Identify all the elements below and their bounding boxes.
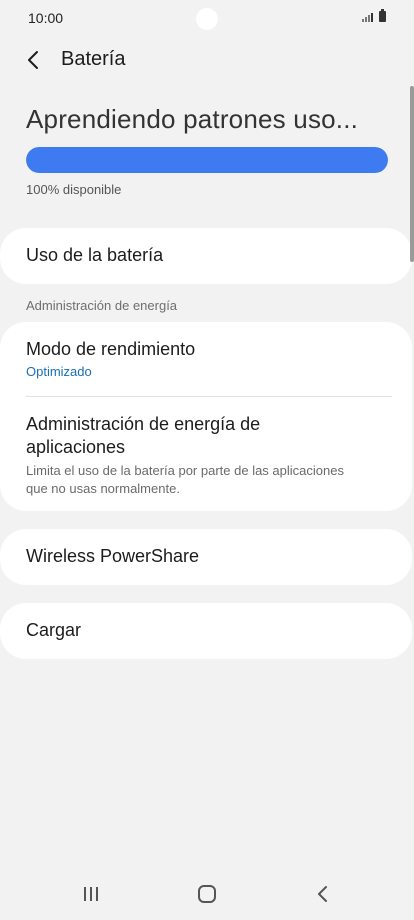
app-power-management-item[interactable]: Administración de energía de aplicacione… bbox=[26, 413, 386, 498]
signal-icon bbox=[362, 12, 373, 22]
back-arrow-icon[interactable] bbox=[22, 48, 46, 72]
recent-apps-icon[interactable] bbox=[79, 882, 103, 906]
battery-usage-label: Uso de la batería bbox=[26, 245, 164, 265]
performance-mode-value: Optimizado bbox=[26, 364, 92, 379]
battery-usage-item[interactable]: Uso de la batería bbox=[0, 228, 412, 284]
page-title: Batería bbox=[61, 48, 126, 70]
charging-label: Cargar bbox=[26, 620, 82, 640]
battery-available-text: 100% disponible bbox=[26, 182, 122, 197]
app-header: Batería bbox=[0, 38, 414, 82]
power-management-card: Modo de rendimiento Optimizado Administr… bbox=[0, 322, 412, 511]
wireless-powershare-item[interactable]: Wireless PowerShare bbox=[0, 529, 412, 585]
status-bar: 10:00 bbox=[0, 0, 414, 36]
home-icon[interactable] bbox=[195, 882, 219, 906]
wireless-powershare-label: Wireless PowerShare bbox=[26, 546, 200, 566]
status-icons bbox=[362, 9, 386, 22]
back-icon[interactable] bbox=[311, 882, 335, 906]
battery-status-title: Aprendiendo patrones uso... bbox=[26, 104, 359, 134]
performance-mode-item[interactable]: Modo de rendimiento Optimizado bbox=[26, 338, 386, 379]
charging-item[interactable]: Cargar bbox=[0, 603, 412, 659]
app-power-management-desc-1: Limita el uso de la batería por parte de… bbox=[26, 463, 344, 478]
app-power-management-title-2: aplicaciones bbox=[26, 437, 126, 457]
battery-icon bbox=[379, 9, 386, 22]
battery-progress-bar bbox=[26, 147, 388, 173]
scrollbar[interactable] bbox=[410, 86, 414, 262]
section-header-power-management: Administración de energía bbox=[26, 298, 178, 313]
performance-mode-label: Modo de rendimiento bbox=[26, 339, 196, 359]
app-power-management-title-1: Administración de energía de bbox=[26, 414, 261, 434]
divider bbox=[26, 396, 392, 397]
status-time: 10:00 bbox=[28, 10, 64, 26]
camera-cutout bbox=[196, 8, 218, 30]
battery-progress-fill bbox=[26, 147, 388, 173]
app-power-management-desc-2: que no usas normalmente. bbox=[26, 481, 180, 496]
navigation-bar bbox=[0, 866, 414, 920]
